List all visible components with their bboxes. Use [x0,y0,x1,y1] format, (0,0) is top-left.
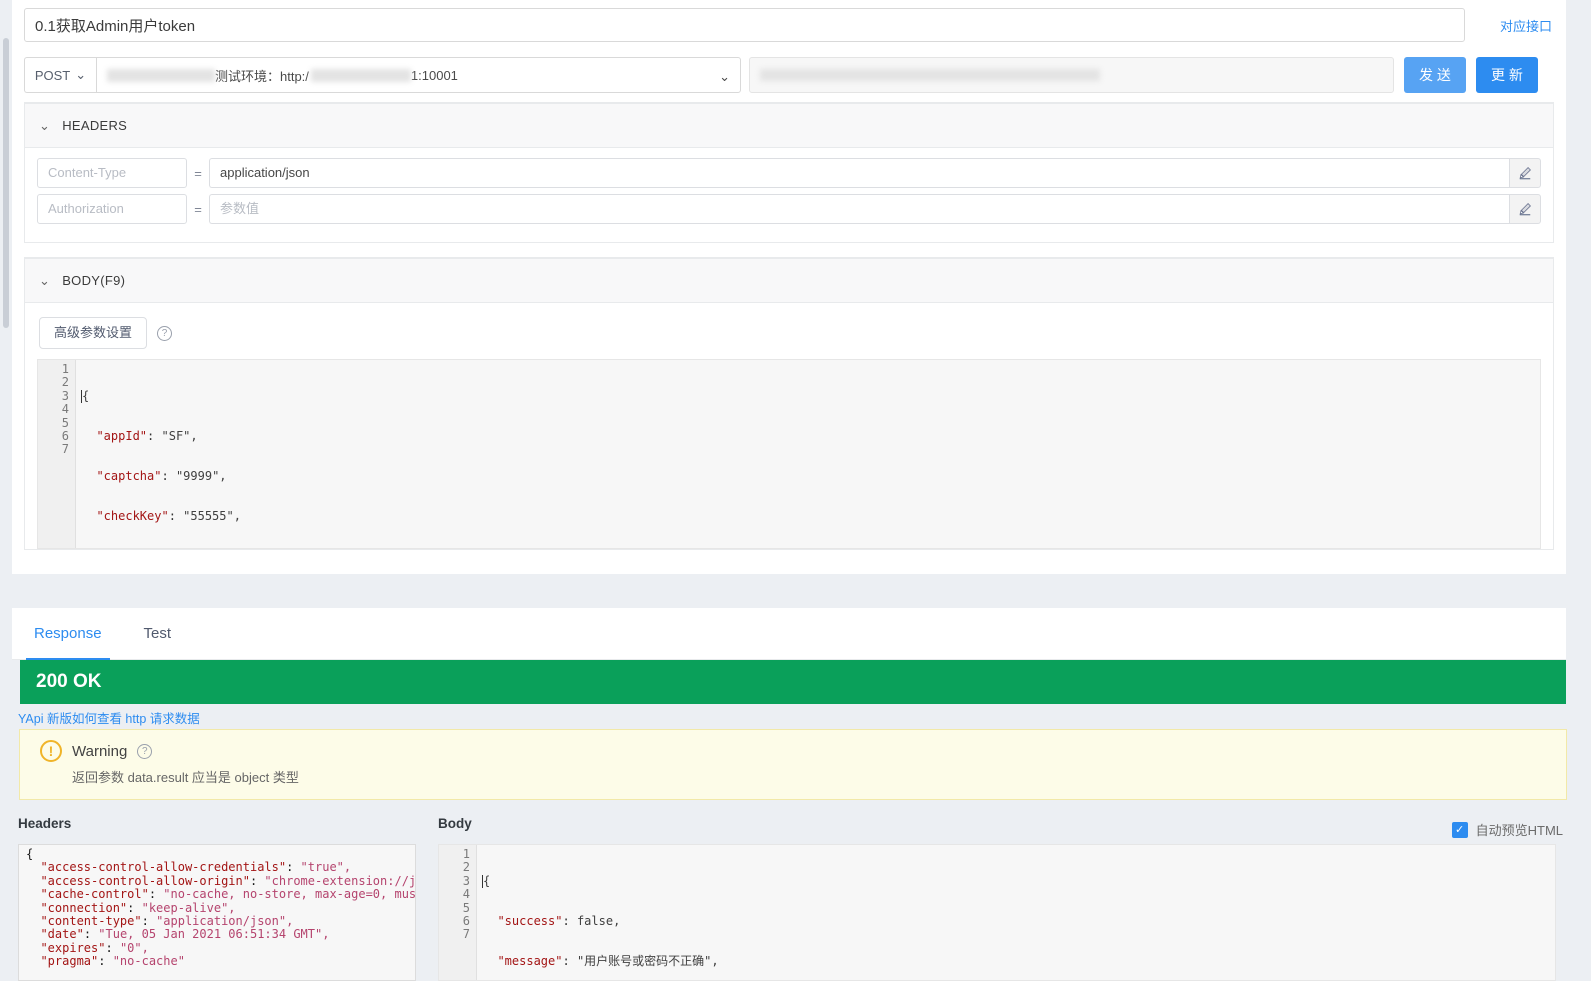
line-number: 7 [462,927,470,942]
body-panel: ⌄ BODY(F9) 高级参数设置 ? 1 2 3 4 5 6 7 {"app… [24,257,1554,550]
headers-panel-header[interactable]: ⌄ HEADERS [24,103,1554,147]
code-line: "captcha": "9999", [96,469,227,484]
update-button[interactable]: 更 新 [1476,57,1538,93]
api-title-input[interactable] [24,8,1465,42]
response-body-label: Body [438,816,472,831]
editor-code-area[interactable]: { "appId": "SF", "captcha": "9999", "che… [76,360,1540,548]
environment-port: 1:10001 [410,67,458,83]
response-headers-code: { "access-control-allow-credentials": "t… [18,844,416,981]
line-number: 2 [61,375,69,390]
header-edit-button[interactable] [1509,194,1541,224]
title-row: 对应接口 [12,0,1566,48]
request-path-input[interactable] [749,57,1394,93]
header-row: Content-Type = application/json [37,158,1541,188]
body-panel-body: 高级参数设置 ? 1 2 3 4 5 6 7 { "appId": "SF", … [24,302,1554,550]
auto-preview-html-label: 自动预览HTML [1475,823,1563,838]
redacted-path [760,69,1100,81]
tab-response[interactable]: Response [26,608,110,660]
corresponding-api-link[interactable]: 对应接口 [1500,16,1552,35]
chevron-down-icon: ⌄ [39,117,51,133]
headers-panel-title: HEADERS [62,118,128,133]
redacted-project-name [107,68,215,82]
request-body-editor[interactable]: 1 2 3 4 5 6 7 { "appId": "SF", "captcha"… [37,359,1541,549]
request-card: 对应接口 POST ⌄ 测试环境：http:/ 1:10001 ⌄ 发 送 更 新… [12,0,1566,574]
environment-select[interactable]: 测试环境：http:/ 1:10001 ⌄ [96,57,741,93]
response-headers-label: Headers [18,816,72,831]
environment-label: 测试环境：http:/ [215,68,309,84]
tab-test[interactable]: Test [144,608,172,660]
line-number: 6 [61,428,69,443]
question-icon[interactable]: ? [157,325,173,341]
header-value-input[interactable]: application/json [209,158,1509,188]
line-number: 1 [61,362,69,376]
chevron-down-icon: ⌄ [719,69,730,84]
editor-gutter: 1 2 3 4 5 6 7 [38,360,76,548]
code-line: { [81,389,1540,404]
header-key-input[interactable]: Authorization [37,194,187,224]
equals-sign: = [194,201,202,217]
response-detail-area: Headers Body ✓ 自动预览HTML { "access-contro… [0,808,1591,981]
redacted-host [310,68,411,82]
line-number: 2 [462,860,470,875]
chevron-down-icon: ⌄ [75,67,87,82]
line-number: 5 [61,415,69,430]
line-number: 3 [462,873,470,888]
line-number: 3 [61,388,69,403]
warning-message: 返回参数 data.result 应当是 object 类型 [72,770,299,785]
headers-panel-body: Content-Type = application/json Authoriz… [24,147,1554,243]
chevron-down-icon: ⌄ [39,272,51,288]
pencil-icon [1519,203,1531,216]
editor-gutter: 1 2 3 4 5 6 7 [439,845,477,980]
code-line: { [482,874,1555,889]
header-key-input[interactable]: Content-Type [37,158,187,188]
api-test-page: 对应接口 POST ⌄ 测试环境：http:/ 1:10001 ⌄ 发 送 更 新… [0,0,1591,981]
line-number: 1 [462,847,470,861]
http-method-select[interactable]: POST ⌄ [24,57,96,93]
status-badge: 200 OK [20,660,1566,704]
checkbox-checked-icon: ✓ [1451,821,1468,838]
page-scrollbar-thumb[interactable] [3,38,9,328]
warning-title: Warning [72,742,128,760]
header-edit-button[interactable] [1509,158,1541,188]
header-value-input[interactable]: 参数值 [209,194,1509,224]
line-number: 6 [462,913,470,928]
warning-box: ! Warning ? 返回参数 data.result 应当是 object … [19,729,1567,800]
code-line: "checkKey": "55555", [96,509,241,524]
body-panel-title: BODY(F9) [62,273,126,288]
line-number: 4 [61,402,69,417]
code-line: "appId": "SF", [96,429,198,444]
url-row: POST ⌄ 测试环境：http:/ 1:10001 ⌄ 发 送 更 新 [12,48,1566,102]
send-button[interactable]: 发 送 [1404,57,1466,93]
pencil-icon [1519,167,1531,180]
body-panel-header[interactable]: ⌄ BODY(F9) [24,258,1554,302]
yapi-help-link[interactable]: YApi 新版如何查看 http 请求数据 [18,708,200,727]
line-number: 4 [462,887,470,902]
question-icon[interactable]: ? [137,743,153,759]
line-number: 5 [462,900,470,915]
advanced-params-button[interactable]: 高级参数设置 [39,317,148,349]
header-row: Authorization = 参数值 [37,194,1541,224]
response-headers-editor[interactable]: { "access-control-allow-credentials": "t… [18,844,416,981]
code-line: "success": false, [497,914,621,929]
editor-code-area[interactable]: { "success": false, "message": "用户账号或密码不… [477,845,1555,980]
headers-panel: ⌄ HEADERS Content-Type = application/jso… [24,102,1554,243]
exclamation-circle-icon: ! [40,740,62,762]
line-number: 7 [61,442,69,457]
http-method-label: POST [34,67,71,83]
auto-preview-html-checkbox[interactable]: ✓ 自动预览HTML [1451,820,1563,839]
code-line: "message": "用户账号或密码不正确", [497,954,719,969]
equals-sign: = [194,165,202,181]
advanced-settings-row: 高级参数设置 ? [39,317,1541,349]
response-body-editor[interactable]: 1 2 3 4 5 6 7 { "success": false, "messa… [438,844,1556,981]
response-tabs-bar: Response Test [12,608,1566,660]
